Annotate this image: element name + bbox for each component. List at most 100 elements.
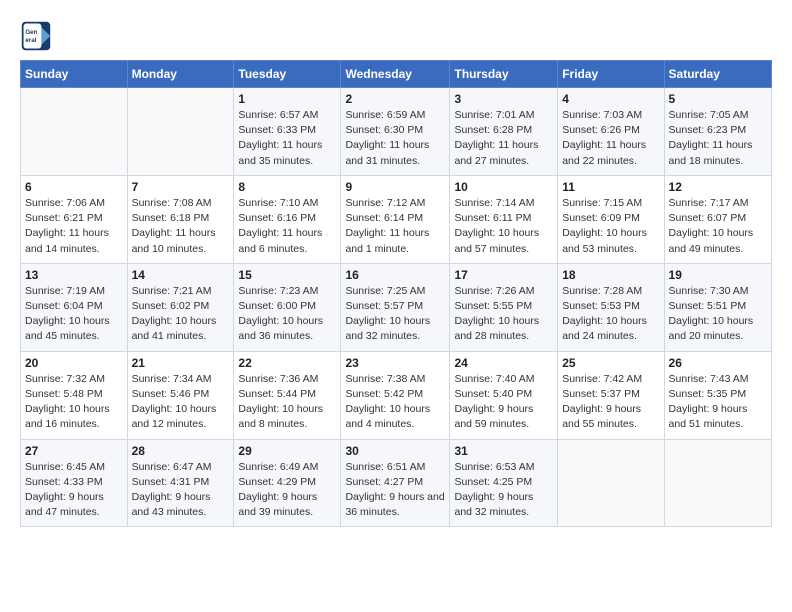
calendar-cell: 5 Sunrise: 7:05 AMSunset: 6:23 PMDaylight… — [664, 88, 771, 176]
calendar-cell — [21, 88, 128, 176]
calendar-cell — [558, 439, 664, 527]
calendar-cell: 18 Sunrise: 7:28 AMSunset: 5:53 PMDayligh… — [558, 263, 664, 351]
calendar-cell: 29 Sunrise: 6:49 AMSunset: 4:29 PMDayligh… — [234, 439, 341, 527]
calendar-container: Gen eral SundayMondayTuesdayWednesdayThu… — [0, 0, 792, 537]
calendar-cell — [127, 88, 234, 176]
day-info: Sunrise: 6:45 AMSunset: 4:33 PMDaylight:… — [25, 461, 105, 519]
header-day-sunday: Sunday — [21, 61, 128, 88]
day-number: 12 — [669, 180, 767, 194]
header-day-thursday: Thursday — [450, 61, 558, 88]
day-number: 30 — [345, 444, 445, 458]
calendar-cell: 1 Sunrise: 6:57 AMSunset: 6:33 PMDaylight… — [234, 88, 341, 176]
calendar-cell: 19 Sunrise: 7:30 AMSunset: 5:51 PMDayligh… — [664, 263, 771, 351]
day-info: Sunrise: 7:42 AMSunset: 5:37 PMDaylight:… — [562, 373, 642, 431]
calendar-cell: 26 Sunrise: 7:43 AMSunset: 5:35 PMDayligh… — [664, 351, 771, 439]
day-number: 20 — [25, 356, 123, 370]
calendar-cell: 20 Sunrise: 7:32 AMSunset: 5:48 PMDayligh… — [21, 351, 128, 439]
day-info: Sunrise: 7:05 AMSunset: 6:23 PMDaylight:… — [669, 109, 753, 167]
day-info: Sunrise: 7:12 AMSunset: 6:14 PMDaylight:… — [345, 197, 429, 255]
day-info: Sunrise: 7:23 AMSunset: 6:00 PMDaylight:… — [238, 285, 323, 343]
calendar-cell: 3Sunrise: 7:01 AMSunset: 6:28 PMDaylight… — [450, 88, 558, 176]
calendar-cell: 10 Sunrise: 7:14 AMSunset: 6:11 PMDayligh… — [450, 175, 558, 263]
calendar-week-4: 20 Sunrise: 7:32 AMSunset: 5:48 PMDayligh… — [21, 351, 772, 439]
day-number: 9 — [345, 180, 445, 194]
day-number: 14 — [132, 268, 230, 282]
calendar-cell: 11 Sunrise: 7:15 AMSunset: 6:09 PMDayligh… — [558, 175, 664, 263]
day-number: 7 — [132, 180, 230, 194]
day-info: Sunrise: 7:38 AMSunset: 5:42 PMDaylight:… — [345, 373, 430, 431]
day-info: Sunrise: 6:51 AMSunset: 4:27 PMDaylight:… — [345, 461, 444, 519]
day-info: Sunrise: 7:01 AMSunset: 6:28 PMDaylight:… — [454, 109, 538, 167]
day-info: Sunrise: 7:34 AMSunset: 5:46 PMDaylight:… — [132, 373, 217, 431]
day-info: Sunrise: 7:03 AMSunset: 6:26 PMDaylight:… — [562, 109, 646, 167]
calendar-week-2: 6 Sunrise: 7:06 AMSunset: 6:21 PMDaylight… — [21, 175, 772, 263]
calendar-table: SundayMondayTuesdayWednesdayThursdayFrid… — [20, 60, 772, 527]
day-number: 29 — [238, 444, 336, 458]
day-info: Sunrise: 6:59 AMSunset: 6:30 PMDaylight:… — [345, 109, 429, 167]
calendar-cell: 12 Sunrise: 7:17 AMSunset: 6:07 PMDayligh… — [664, 175, 771, 263]
calendar-cell: 13 Sunrise: 7:19 AMSunset: 6:04 PMDayligh… — [21, 263, 128, 351]
calendar-cell: 25 Sunrise: 7:42 AMSunset: 5:37 PMDayligh… — [558, 351, 664, 439]
calendar-cell: 27Sunrise: 6:45 AMSunset: 4:33 PMDayligh… — [21, 439, 128, 527]
calendar-body: 1 Sunrise: 6:57 AMSunset: 6:33 PMDaylight… — [21, 88, 772, 527]
calendar-cell: 17Sunrise: 7:26 AMSunset: 5:55 PMDayligh… — [450, 263, 558, 351]
calendar-week-3: 13 Sunrise: 7:19 AMSunset: 6:04 PMDayligh… — [21, 263, 772, 351]
day-number: 18 — [562, 268, 659, 282]
day-number: 5 — [669, 92, 767, 106]
calendar-cell: 6 Sunrise: 7:06 AMSunset: 6:21 PMDaylight… — [21, 175, 128, 263]
day-number: 19 — [669, 268, 767, 282]
calendar-cell: 23Sunrise: 7:38 AMSunset: 5:42 PMDayligh… — [341, 351, 450, 439]
day-number: 10 — [454, 180, 553, 194]
day-info: Sunrise: 7:21 AMSunset: 6:02 PMDaylight:… — [132, 285, 217, 343]
calendar-cell: 15 Sunrise: 7:23 AMSunset: 6:00 PMDayligh… — [234, 263, 341, 351]
day-info: Sunrise: 6:49 AMSunset: 4:29 PMDaylight:… — [238, 461, 318, 519]
day-number: 31 — [454, 444, 553, 458]
day-info: Sunrise: 7:28 AMSunset: 5:53 PMDaylight:… — [562, 285, 647, 343]
calendar-week-5: 27Sunrise: 6:45 AMSunset: 4:33 PMDayligh… — [21, 439, 772, 527]
calendar-cell: 7 Sunrise: 7:08 AMSunset: 6:18 PMDaylight… — [127, 175, 234, 263]
day-info: Sunrise: 7:30 AMSunset: 5:51 PMDaylight:… — [669, 285, 754, 343]
day-info: Sunrise: 7:06 AMSunset: 6:21 PMDaylight:… — [25, 197, 109, 255]
day-info: Sunrise: 7:14 AMSunset: 6:11 PMDaylight:… — [454, 197, 539, 255]
day-info: Sunrise: 7:43 AMSunset: 5:35 PMDaylight:… — [669, 373, 749, 431]
day-info: Sunrise: 7:08 AMSunset: 6:18 PMDaylight:… — [132, 197, 216, 255]
day-number: 15 — [238, 268, 336, 282]
day-info: Sunrise: 7:15 AMSunset: 6:09 PMDaylight:… — [562, 197, 647, 255]
day-number: 13 — [25, 268, 123, 282]
day-info: Sunrise: 7:17 AMSunset: 6:07 PMDaylight:… — [669, 197, 754, 255]
day-number: 24 — [454, 356, 553, 370]
day-number: 11 — [562, 180, 659, 194]
day-info: Sunrise: 7:36 AMSunset: 5:44 PMDaylight:… — [238, 373, 323, 431]
day-number: 22 — [238, 356, 336, 370]
logo-icon: Gen eral — [20, 20, 52, 52]
calendar-cell: 14 Sunrise: 7:21 AMSunset: 6:02 PMDayligh… — [127, 263, 234, 351]
day-info: Sunrise: 6:53 AMSunset: 4:25 PMDaylight:… — [454, 461, 534, 519]
day-number: 26 — [669, 356, 767, 370]
svg-text:eral: eral — [25, 37, 36, 44]
calendar-cell: 24Sunrise: 7:40 AMSunset: 5:40 PMDayligh… — [450, 351, 558, 439]
day-info: Sunrise: 6:57 AMSunset: 6:33 PMDaylight:… — [238, 109, 322, 167]
day-number: 25 — [562, 356, 659, 370]
header-day-tuesday: Tuesday — [234, 61, 341, 88]
calendar-cell: 9 Sunrise: 7:12 AMSunset: 6:14 PMDaylight… — [341, 175, 450, 263]
day-number: 28 — [132, 444, 230, 458]
header: Gen eral — [20, 16, 772, 52]
day-number: 21 — [132, 356, 230, 370]
day-number: 1 — [238, 92, 336, 106]
day-info: Sunrise: 7:26 AMSunset: 5:55 PMDaylight:… — [454, 285, 539, 343]
header-day-saturday: Saturday — [664, 61, 771, 88]
logo: Gen eral — [20, 20, 54, 52]
calendar-header-row: SundayMondayTuesdayWednesdayThursdayFrid… — [21, 61, 772, 88]
day-number: 4 — [562, 92, 659, 106]
day-info: Sunrise: 7:19 AMSunset: 6:04 PMDaylight:… — [25, 285, 110, 343]
day-info: Sunrise: 7:10 AMSunset: 6:16 PMDaylight:… — [238, 197, 322, 255]
header-day-monday: Monday — [127, 61, 234, 88]
calendar-cell: 8Sunrise: 7:10 AMSunset: 6:16 PMDaylight… — [234, 175, 341, 263]
calendar-cell: 31 Sunrise: 6:53 AMSunset: 4:25 PMDayligh… — [450, 439, 558, 527]
day-info: Sunrise: 7:32 AMSunset: 5:48 PMDaylight:… — [25, 373, 110, 431]
day-number: 2 — [345, 92, 445, 106]
calendar-cell: 4 Sunrise: 7:03 AMSunset: 6:26 PMDaylight… — [558, 88, 664, 176]
day-number: 6 — [25, 180, 123, 194]
header-day-wednesday: Wednesday — [341, 61, 450, 88]
calendar-cell: 30 Sunrise: 6:51 AMSunset: 4:27 PMDayligh… — [341, 439, 450, 527]
